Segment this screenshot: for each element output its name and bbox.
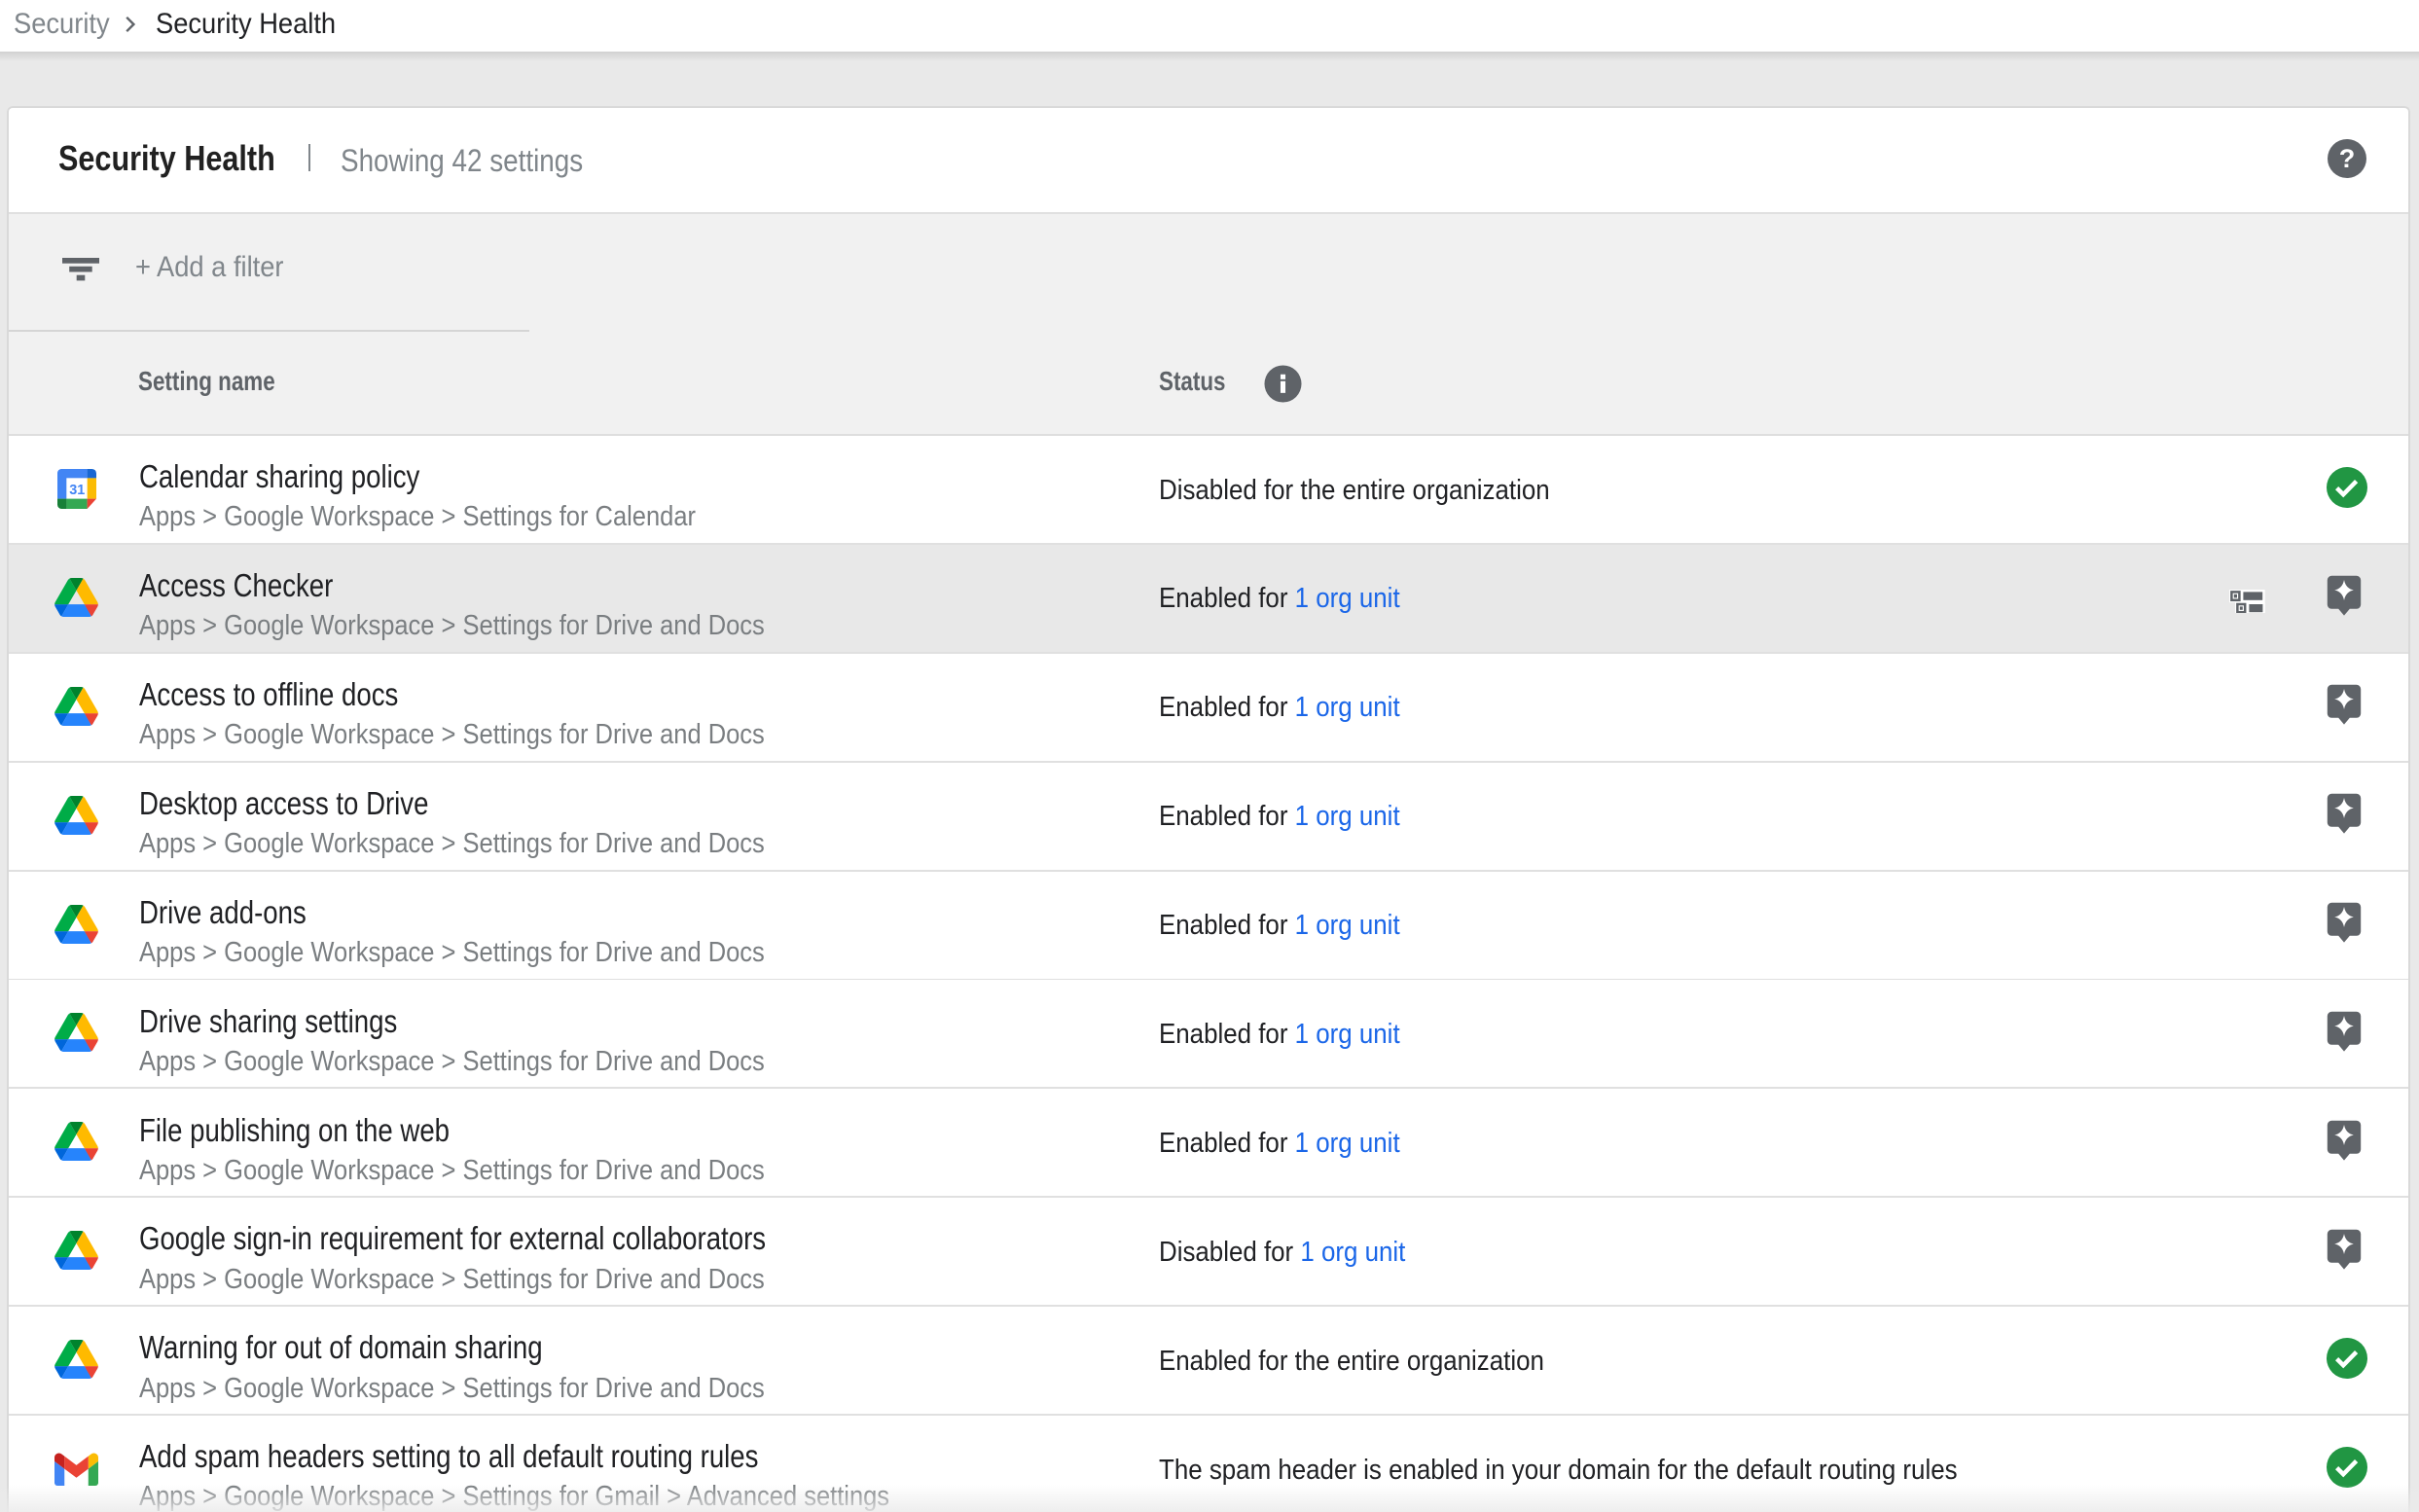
svg-text:31: 31 [69, 483, 85, 498]
